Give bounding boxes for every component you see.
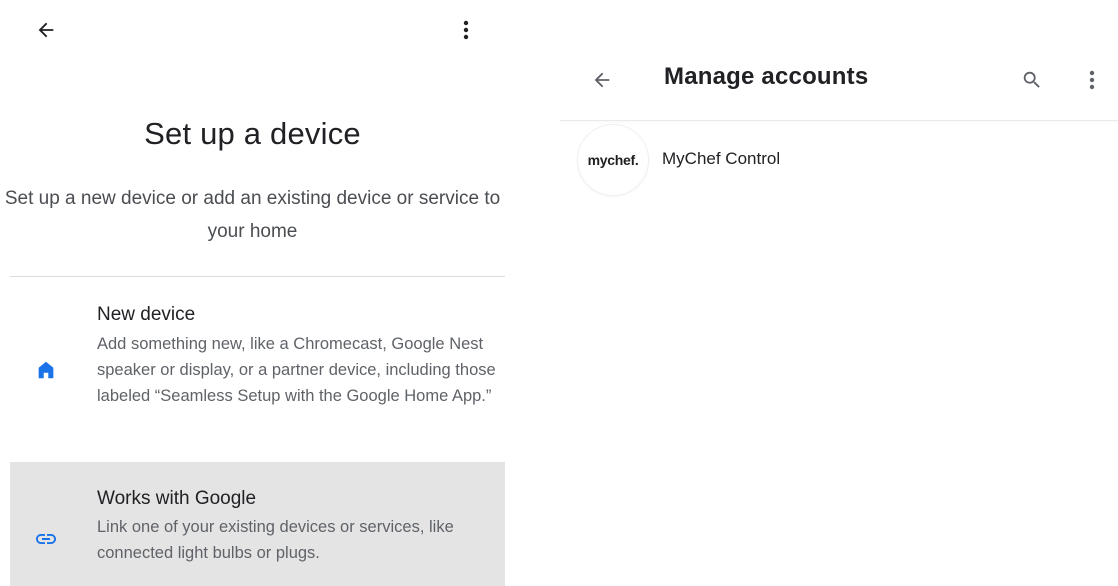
option-description: Add something new, like a Chromecast, Go… [97,335,496,405]
page-subtitle: Set up a new device or add an existing d… [4,188,501,242]
link-icon [32,525,60,553]
page-title: Set up a device [144,116,361,151]
more-options-icon[interactable] [1077,60,1107,100]
logo-text: mychef. [587,152,639,168]
home-icon [32,356,60,384]
page-title: Manage accounts [664,63,869,90]
account-list-item[interactable]: mychef. MyChef Control [560,123,1118,195]
divider [10,276,505,277]
manage-accounts-screen: Manage accounts mychef. MyChef Control [560,0,1118,586]
search-icon[interactable] [1012,60,1052,100]
account-name: MyChef Control [662,149,781,168]
works-with-google-option[interactable]: Works with Google Link one of your exist… [10,462,505,586]
more-options-icon[interactable] [450,12,482,48]
option-title: Works with Google [97,488,257,509]
back-arrow-icon[interactable] [28,12,64,48]
header-divider [560,120,1118,121]
setup-device-screen: Set up a device Set up a new device or a… [0,0,505,586]
new-device-option[interactable]: New device Add something new, like a Chr… [10,292,505,460]
option-title: New device [97,304,196,325]
account-logo: mychef. [578,125,648,195]
back-arrow-icon[interactable] [584,60,620,100]
option-description: Link one of your existing devices or ser… [97,518,454,562]
